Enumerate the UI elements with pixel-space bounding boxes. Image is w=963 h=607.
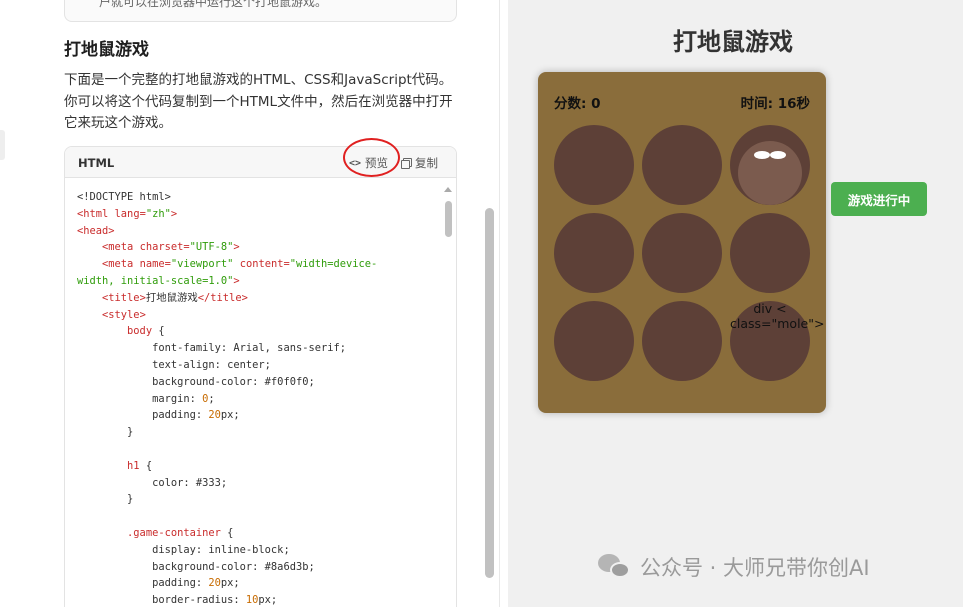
section-paragraph: 下面是一个完整的打地鼠游戏的HTML、CSS和JavaScript代码。你可以将… bbox=[64, 72, 453, 131]
code-line: <!DOCTYPE html> bbox=[77, 191, 171, 203]
code-line: background-color: #f0f0f0; bbox=[77, 375, 315, 388]
code-line: padding: 20px; bbox=[77, 409, 240, 422]
section-heading: 打地鼠游戏 bbox=[64, 40, 149, 60]
code-line: color: #333; bbox=[77, 476, 228, 489]
code-line: <style> bbox=[102, 308, 146, 321]
hole-5[interactable] bbox=[642, 213, 722, 293]
hole-2[interactable] bbox=[642, 125, 722, 205]
code-line: font-family: Arial, sans-serif; bbox=[77, 342, 346, 355]
preview-pane: 打地鼠游戏 分数: 0 时间: 16秒 div < class="mole"> … bbox=[508, 0, 963, 607]
previous-message-card: 户就可以在浏览器中运行这个打地鼠游戏。 bbox=[64, 0, 457, 22]
code-line: } bbox=[77, 493, 134, 506]
chat-pane: 户就可以在浏览器中运行这个打地鼠游戏。 打地鼠游戏 下面是一个完整的打地鼠游戏的… bbox=[0, 0, 500, 607]
code-line: border-radius: 10px; bbox=[77, 594, 278, 607]
game-container: 分数: 0 时间: 16秒 div < class="mole"> bbox=[538, 72, 826, 413]
code-language-label: HTML bbox=[78, 156, 115, 170]
copy-button[interactable]: 复制 bbox=[401, 155, 438, 171]
code-line: body { bbox=[127, 325, 165, 338]
code-line: width, initial-scale=1.0"> bbox=[77, 274, 240, 287]
preview-label: 预览 bbox=[365, 156, 389, 170]
hole-8[interactable] bbox=[642, 301, 722, 381]
chat-pane-scrollbar[interactable] bbox=[485, 208, 494, 578]
copy-label: 复制 bbox=[415, 156, 438, 170]
code-line: display: inline-block; bbox=[77, 543, 290, 556]
code-brackets-icon: <> bbox=[349, 157, 362, 169]
hole-1[interactable] bbox=[554, 125, 634, 205]
mole[interactable] bbox=[738, 141, 802, 205]
mole-eye bbox=[770, 151, 786, 159]
code-line: h1 { bbox=[127, 459, 153, 472]
code-scrollbar-thumb[interactable] bbox=[445, 201, 452, 237]
hole-7[interactable] bbox=[554, 301, 634, 381]
code-line: <head> bbox=[77, 224, 115, 237]
code-content: <!DOCTYPE html> <html lang="zh"> <head> <m… bbox=[77, 189, 440, 607]
code-line: <meta charset="UTF-8"> bbox=[102, 241, 240, 254]
watermark-text: 公众号 · 大师兄带你创AI bbox=[640, 556, 870, 580]
code-line: <meta name="viewport" content="width=dev… bbox=[102, 258, 378, 271]
code-line: padding: 20px; bbox=[77, 577, 240, 590]
code-line: .game-container { bbox=[127, 526, 234, 539]
score-display: 分数: 0 bbox=[554, 96, 601, 112]
code-line: <html lang="zh"> bbox=[77, 207, 178, 220]
hole-3[interactable] bbox=[730, 125, 810, 205]
code-line: } bbox=[77, 426, 134, 439]
hole-6[interactable] bbox=[730, 213, 810, 293]
copy-icon bbox=[401, 158, 412, 169]
leaked-markup-text: div < class="mole"> bbox=[730, 301, 825, 331]
code-line: margin: 0; bbox=[77, 392, 215, 405]
code-scroll-up-icon[interactable] bbox=[444, 187, 452, 192]
game-title: 打地鼠游戏 bbox=[673, 28, 793, 56]
code-line: background-color: #8a6d3b; bbox=[77, 560, 315, 573]
side-handle[interactable] bbox=[0, 130, 5, 160]
code-line: text-align: center; bbox=[77, 358, 271, 371]
wechat-icon bbox=[598, 552, 632, 582]
timer-display: 时间: 16秒 bbox=[740, 96, 810, 112]
preview-button[interactable]: <> 预览 bbox=[349, 155, 388, 171]
mole-eye bbox=[754, 151, 770, 159]
code-line: <title>打地鼠游戏</title> bbox=[102, 291, 248, 304]
hole-4[interactable] bbox=[554, 213, 634, 293]
code-block: HTML <> 预览 复制 <!DOCTYPE html> <html lang=… bbox=[64, 138, 457, 607]
previous-card-text: 户就可以在浏览器中运行这个打地鼠游戏。 bbox=[99, 0, 328, 9]
game-status-button[interactable]: 游戏进行中 bbox=[831, 182, 927, 216]
code-block-header: HTML <> 预览 复制 bbox=[65, 147, 456, 178]
watermark: 公众号 · 大师兄带你创AI bbox=[598, 552, 870, 582]
